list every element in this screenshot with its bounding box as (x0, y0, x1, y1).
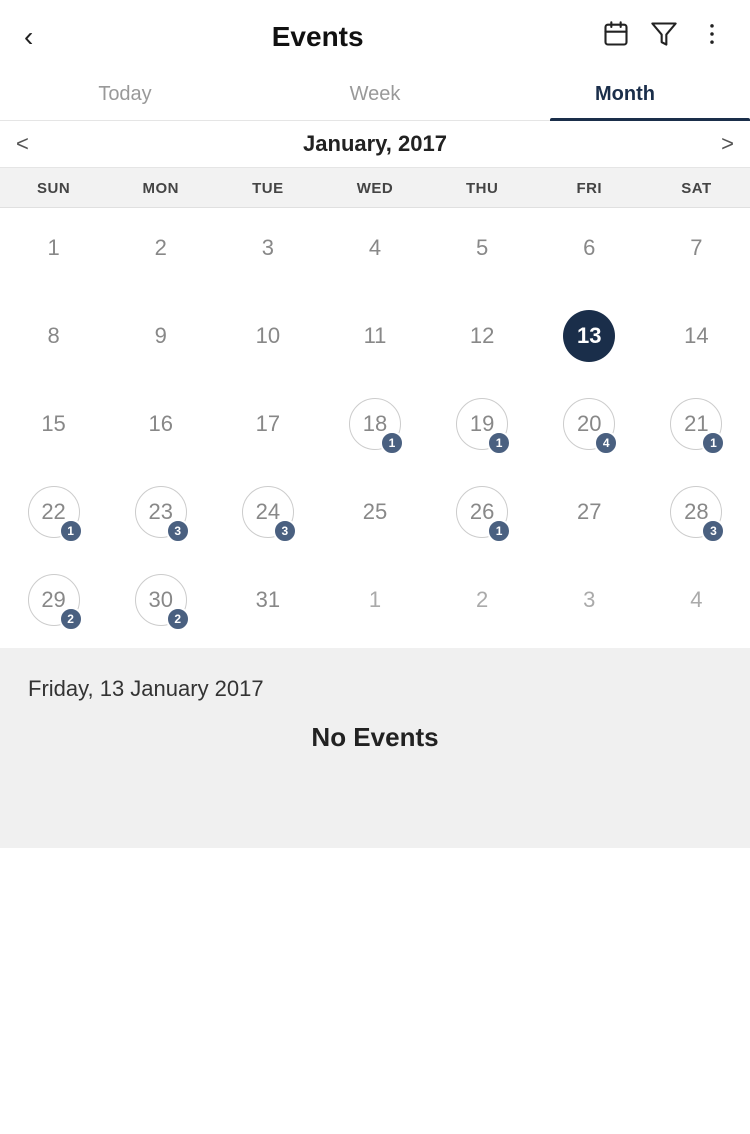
calendar-day-0[interactable]: 1 (0, 208, 107, 296)
calendar-grid: 1234567891011121314151617181191204211221… (0, 208, 750, 648)
calendar-day-29[interactable]: 302 (107, 560, 214, 648)
day-header-sat: SAT (643, 180, 750, 197)
event-badge: 3 (273, 519, 297, 543)
calendar-day-14[interactable]: 15 (0, 384, 107, 472)
filter-icon[interactable] (650, 20, 678, 53)
month-nav: < January, 2017 > (0, 121, 750, 168)
event-badge: 1 (487, 431, 511, 455)
next-month-button[interactable]: > (705, 123, 750, 165)
event-badge: 2 (166, 607, 190, 631)
calendar-day-15[interactable]: 16 (107, 384, 214, 472)
event-badge: 1 (59, 519, 83, 543)
event-badge: 4 (594, 431, 618, 455)
calendar-day-1[interactable]: 2 (107, 208, 214, 296)
month-title: January, 2017 (303, 131, 447, 157)
calendar-day-3[interactable]: 4 (321, 208, 428, 296)
event-badge: 1 (380, 431, 404, 455)
event-badge: 1 (487, 519, 511, 543)
bottom-panel: Friday, 13 January 2017 No Events (0, 648, 750, 848)
calendar-day-28[interactable]: 292 (0, 560, 107, 648)
header: ‹ Events (0, 0, 750, 69)
calendar-day-24[interactable]: 25 (321, 472, 428, 560)
calendar-day-7[interactable]: 8 (0, 296, 107, 384)
header-left: ‹ (24, 21, 33, 53)
calendar-day-8[interactable]: 9 (107, 296, 214, 384)
day-header-mon: MON (107, 180, 214, 197)
calendar-day-9[interactable]: 10 (214, 296, 321, 384)
calendar-day-25[interactable]: 261 (429, 472, 536, 560)
calendar-day-34[interactable]: 4 (643, 560, 750, 648)
calendar-icon[interactable] (602, 20, 630, 53)
calendar-day-30[interactable]: 31 (214, 560, 321, 648)
calendar-day-20[interactable]: 211 (643, 384, 750, 472)
calendar-day-22[interactable]: 233 (107, 472, 214, 560)
calendar-day-23[interactable]: 243 (214, 472, 321, 560)
more-icon[interactable] (698, 20, 726, 53)
calendar-day-33[interactable]: 3 (536, 560, 643, 648)
tab-today[interactable]: Today (0, 69, 250, 120)
day-header-tue: TUE (214, 180, 321, 197)
day-header-sun: SUN (0, 180, 107, 197)
calendar-day-18[interactable]: 191 (429, 384, 536, 472)
no-events-label: No Events (28, 722, 722, 753)
calendar-day-19[interactable]: 204 (536, 384, 643, 472)
calendar-day-17[interactable]: 181 (321, 384, 428, 472)
prev-month-button[interactable]: < (0, 123, 45, 165)
tabs-bar: Today Week Month (0, 69, 750, 121)
day-header-wed: WED (321, 180, 428, 197)
day-header-thu: THU (429, 180, 536, 197)
calendar-day-6[interactable]: 7 (643, 208, 750, 296)
selected-date-label: Friday, 13 January 2017 (28, 676, 722, 702)
calendar-day-32[interactable]: 2 (429, 560, 536, 648)
day-headers: SUN MON TUE WED THU FRI SAT (0, 168, 750, 208)
header-icons (602, 20, 726, 53)
back-button[interactable]: ‹ (24, 21, 33, 53)
event-badge: 1 (701, 431, 725, 455)
page-title: Events (272, 21, 364, 53)
event-badge: 3 (701, 519, 725, 543)
calendar-day-10[interactable]: 11 (321, 296, 428, 384)
event-badge: 3 (166, 519, 190, 543)
event-badge: 2 (59, 607, 83, 631)
calendar-day-4[interactable]: 5 (429, 208, 536, 296)
tab-week[interactable]: Week (250, 69, 500, 120)
calendar-day-2[interactable]: 3 (214, 208, 321, 296)
calendar-day-26[interactable]: 27 (536, 472, 643, 560)
calendar-day-11[interactable]: 12 (429, 296, 536, 384)
calendar-day-16[interactable]: 17 (214, 384, 321, 472)
calendar-day-31[interactable]: 1 (321, 560, 428, 648)
calendar-day-27[interactable]: 283 (643, 472, 750, 560)
calendar-day-21[interactable]: 221 (0, 472, 107, 560)
calendar-day-5[interactable]: 6 (536, 208, 643, 296)
calendar-day-13[interactable]: 14 (643, 296, 750, 384)
day-header-fri: FRI (536, 180, 643, 197)
calendar-day-12[interactable]: 13 (536, 296, 643, 384)
tab-month[interactable]: Month (500, 69, 750, 120)
